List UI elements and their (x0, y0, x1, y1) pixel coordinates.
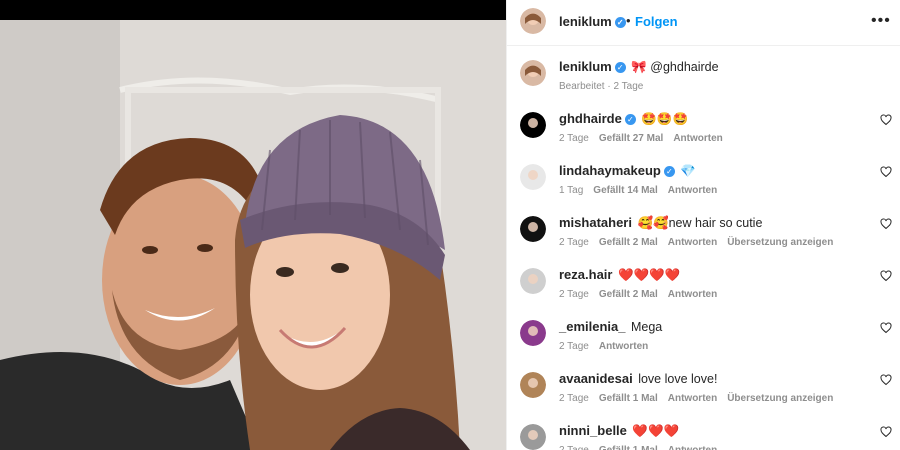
comment-text: love love love! (638, 372, 718, 386)
like-heart-icon[interactable] (880, 114, 892, 126)
like-heart-icon[interactable] (880, 374, 892, 386)
commenter-username[interactable]: _emilenia_ (559, 319, 626, 334)
comment-meta: 2 Tage Gefällt 2 Mal Antworten Übersetzung … (559, 237, 843, 248)
comment-text: 🤩🤩🤩 (641, 112, 689, 126)
verified-badge-icon: ✓ (663, 166, 675, 177)
post-caption: leniklum ✓ 🎀 @ghdhairde Bearbeitet · 2 Ta… (507, 56, 900, 108)
comment-text: ❤️❤️❤️❤️ (617, 268, 681, 282)
comment-text: ❤️❤️❤️ (632, 424, 680, 438)
comment-likes[interactable]: Gefällt 2 Mal (599, 237, 658, 248)
comment-age[interactable]: 2 Tage (559, 237, 589, 248)
commenter-avatar[interactable] (520, 112, 546, 138)
comment-item: lindahaymakeup ✓ 💎 1 Tag Gefällt 14 Mal Antw… (507, 160, 900, 212)
commenter-username[interactable]: ghdhairde (559, 111, 622, 126)
caption-meta: Bearbeitet · 2 Tage (559, 81, 644, 92)
comment-item: ninni_belle ❤️❤️❤️ 2 Tage Gefällt 1 Mal Ant… (507, 420, 900, 450)
comment-likes[interactable]: Gefällt 2 Mal (599, 289, 658, 300)
like-heart-icon[interactable] (880, 218, 892, 230)
comment-item: reza.hair ❤️❤️❤️❤️ 2 Tage Gefällt 2 Mal Ant… (507, 264, 900, 316)
commenter-avatar[interactable] (520, 424, 546, 450)
comment-line: mishataheri 🥰🥰new hair so cutie (559, 215, 762, 231)
translate-button[interactable]: Übersetzung anzeigen (727, 237, 833, 248)
reply-button[interactable]: Antworten (668, 393, 717, 404)
verified-badge-icon: ✓ (624, 114, 636, 125)
comment-item: _emilenia_ Mega 2 Tage Antworten (507, 316, 900, 368)
comment-meta: 2 Tage Gefällt 27 Mal Antworten (559, 133, 733, 144)
like-heart-icon[interactable] (880, 426, 892, 438)
comment-likes[interactable]: Gefällt 27 Mal (599, 133, 663, 144)
comment-age[interactable]: 2 Tage (559, 445, 589, 450)
comment-item: mishataheri 🥰🥰new hair so cutie 2 Tage Gef… (507, 212, 900, 264)
reply-button[interactable]: Antworten (599, 341, 648, 352)
reply-button[interactable]: Antworten (668, 185, 717, 196)
reply-button[interactable]: Antworten (668, 445, 717, 450)
comment-meta: 2 Tage Antworten (559, 341, 658, 352)
comment-likes[interactable]: Gefällt 14 Mal (593, 185, 657, 196)
commenter-avatar[interactable] (520, 164, 546, 190)
caption-text: 🎀 @ghdhairde (631, 60, 719, 74)
comment-line: reza.hair ❤️❤️❤️❤️ (559, 267, 680, 283)
comment-text: 💎 (680, 164, 696, 178)
post-sidebar: leniklum ✓ • Folgen ••• leniklum ✓ 🎀 @ghdh… (506, 0, 900, 450)
like-heart-icon[interactable] (880, 322, 892, 334)
commenter-username[interactable]: lindahaymakeup (559, 163, 661, 178)
commenter-username[interactable]: ninni_belle (559, 423, 627, 438)
verified-badge-icon: ✓ (614, 62, 626, 73)
reply-button[interactable]: Antworten (673, 133, 722, 144)
photo-top-bar (0, 0, 506, 20)
follow-button[interactable]: Folgen (635, 14, 678, 29)
commenter-avatar[interactable] (520, 320, 546, 346)
comment-line: ghdhairde ✓ 🤩🤩🤩 (559, 111, 688, 127)
comment-item: avaanidesai love love love! 2 Tage Gefällt… (507, 368, 900, 420)
reply-button[interactable]: Antworten (668, 289, 717, 300)
comment-line: ninni_belle ❤️❤️❤️ (559, 423, 679, 439)
author-avatar[interactable] (520, 8, 546, 34)
header-separator: • (626, 13, 631, 28)
caption-line: leniklum ✓ 🎀 @ghdhairde (559, 59, 719, 75)
comment-likes[interactable]: Gefällt 1 Mal (599, 393, 658, 404)
comment-age[interactable]: 2 Tage (559, 133, 589, 144)
commenter-avatar[interactable] (520, 372, 546, 398)
post-header: leniklum ✓ • Folgen ••• (507, 0, 900, 46)
comment-meta: 2 Tage Gefällt 1 Mal Antworten Übersetzung … (559, 393, 843, 404)
author-username[interactable]: leniklum ✓ (559, 14, 626, 29)
commenter-avatar[interactable] (520, 268, 546, 294)
comment-age[interactable]: 2 Tage (559, 289, 589, 300)
commenter-username[interactable]: avaanidesai (559, 371, 633, 386)
commenter-username[interactable]: reza.hair (559, 267, 612, 282)
commenter-avatar[interactable] (520, 216, 546, 242)
comment-item: ghdhairde ✓ 🤩🤩🤩 2 Tage Gefällt 27 Mal Antwor… (507, 108, 900, 160)
comment-line: _emilenia_ Mega (559, 319, 662, 334)
comment-likes[interactable]: Gefällt 1 Mal (599, 445, 658, 450)
like-heart-icon[interactable] (880, 270, 892, 282)
comment-meta: 2 Tage Gefällt 2 Mal Antworten (559, 289, 727, 300)
comment-text: 🥰🥰new hair so cutie (637, 216, 763, 230)
selfie-photo-illustration (0, 20, 506, 450)
comment-meta: 2 Tage Gefällt 1 Mal Antworten (559, 445, 727, 450)
verified-badge-icon: ✓ (614, 17, 626, 28)
comment-age[interactable]: 2 Tage (559, 341, 589, 352)
comment-age[interactable]: 2 Tage (559, 393, 589, 404)
comment-line: lindahaymakeup ✓ 💎 (559, 163, 696, 179)
comment-meta: 1 Tag Gefällt 14 Mal Antworten (559, 185, 727, 196)
like-heart-icon[interactable] (880, 166, 892, 178)
reply-button[interactable]: Antworten (668, 237, 717, 248)
comment-line: avaanidesai love love love! (559, 371, 717, 386)
caption-username[interactable]: leniklum (559, 59, 612, 74)
author-username-text[interactable]: leniklum (559, 14, 612, 29)
commenter-username[interactable]: mishataheri (559, 215, 632, 230)
comment-text: Mega (630, 320, 663, 334)
caption-avatar[interactable] (520, 60, 546, 86)
comment-age[interactable]: 1 Tag (559, 185, 583, 196)
translate-button[interactable]: Übersetzung anzeigen (727, 393, 833, 404)
post-photo (0, 0, 506, 450)
more-options-icon[interactable]: ••• (871, 12, 891, 30)
